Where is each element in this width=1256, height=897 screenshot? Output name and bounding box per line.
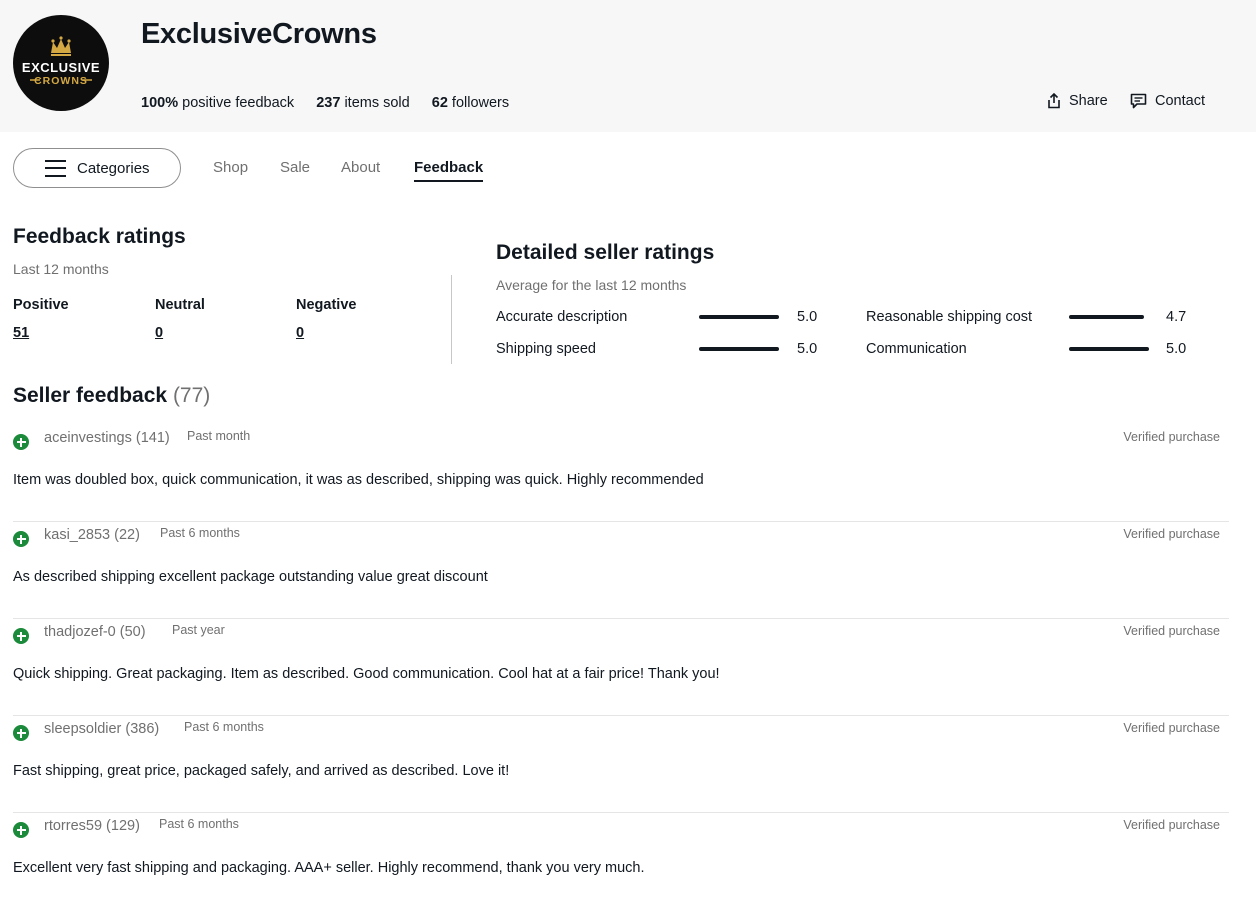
tab-sale[interactable]: Sale [280,159,310,176]
tab-about[interactable]: About [341,159,380,176]
positive-feedback-label: positive feedback [182,95,295,111]
dsr-label-shipping-speed: Shipping speed [496,341,596,357]
feedback-user: thadjozef-0 (50) [44,624,146,640]
feedback-user: aceinvestings (141) [44,430,170,446]
feedback-comment: Quick shipping. Great packaging. Item as… [13,666,720,682]
feedback-comment: Item was doubled box, quick communicatio… [13,472,704,488]
negative-count-label: Negative [296,297,357,313]
feedback-user: rtorres59 (129) [44,818,140,834]
positive-plus-icon [13,531,29,547]
verified-purchase-label: Verified purchase [1123,430,1220,444]
dsr-bar-shipping-speed [699,347,779,351]
followers-label: followers [451,95,510,111]
ratings-divider [451,275,452,364]
dsr-bar-shipping-cost [1069,315,1144,319]
followers-count: 62 [431,95,448,111]
positive-plus-icon [13,725,29,741]
verified-purchase-label: Verified purchase [1123,624,1220,638]
positive-count-label: Positive [13,297,69,313]
dsr-bar-accurate-description [699,315,779,319]
store-stats: 100% positive feedback 237 items sold 62… [141,95,527,111]
feedback-entry: sleepsoldier (386) Past 6 months Verifie… [13,716,1229,813]
seller-feedback-count: (77) [172,384,211,407]
contact-label: Contact [1155,93,1205,109]
feedback-time: Past 6 months [159,817,239,831]
items-sold-label: items sold [344,95,410,111]
crown-logo-icon: EXCLUSIVE CROWNS [22,36,100,87]
feedback-comment: Fast shipping, great price, packaged saf… [13,763,510,779]
dsr-value-communication: 5.0 [1166,341,1187,357]
verified-purchase-label: Verified purchase [1123,721,1220,735]
share-button[interactable]: Share [1047,93,1108,109]
positive-feedback-stat: 100% positive feedback [141,95,294,111]
share-icon [1048,93,1060,109]
message-icon [1130,93,1147,109]
feedback-time: Past 6 months [160,526,240,540]
detailed-ratings-title: Detailed seller ratings [496,241,715,264]
followers-stat: 62 followers [432,95,509,111]
feedback-user: sleepsoldier (386) [44,721,160,737]
feedback-entry: kasi_2853 (22) Past 6 months Verified pu… [13,522,1229,619]
dsr-value-shipping-cost: 4.7 [1166,309,1187,325]
feedback-comment: As described shipping excellent package … [13,569,488,585]
positive-feedback-pct: 100% [141,95,179,111]
verified-purchase-label: Verified purchase [1123,818,1220,832]
negative-count-link[interactable]: 0 [296,325,304,341]
dsr-bar-communication [1069,347,1149,351]
logo-text-line1: EXCLUSIVE [22,60,100,75]
categories-button[interactable]: Categories [13,148,181,188]
seller-feedback-heading: Seller feedback [13,384,168,407]
neutral-count-label: Neutral [155,297,205,313]
dsr-label-communication: Communication [866,341,967,357]
contact-button[interactable]: Contact [1130,93,1205,109]
verified-purchase-label: Verified purchase [1123,527,1220,541]
feedback-comment: Excellent very fast shipping and packagi… [13,860,645,876]
feedback-entry: thadjozef-0 (50) Past year Verified purc… [13,619,1229,716]
feedback-entry: rtorres59 (129) Past 6 months Verified p… [13,813,1229,897]
feedback-user: kasi_2853 (22) [44,527,140,543]
detailed-ratings-subtitle: Average for the last 12 months [496,277,687,293]
dsr-value-accurate-description: 5.0 [797,309,818,325]
dsr-label-accurate-description: Accurate description [496,309,628,325]
feedback-time: Past year [172,623,225,637]
categories-label: Categories [77,159,150,177]
store-name: ExclusiveCrowns [141,18,377,50]
dsr-label-shipping-cost: Reasonable shipping cost [866,309,1033,325]
items-sold-stat: 237 items sold [316,95,410,111]
tab-feedback[interactable]: Feedback [414,159,484,182]
store-header: EXCLUSIVE CROWNS ExclusiveCrowns 100% po… [0,0,1256,132]
store-logo[interactable]: EXCLUSIVE CROWNS [13,15,109,111]
feedback-time: Past month [187,429,251,443]
positive-plus-icon [13,434,29,450]
items-sold-count: 237 [316,95,341,111]
tab-shop[interactable]: Shop [213,159,248,176]
hamburger-menu-icon [45,159,66,177]
feedback-entry: aceinvestings (141) Past month Verified … [13,425,1229,522]
seller-feedback-title: Seller feedback (77) [13,384,210,408]
positive-plus-icon [13,628,29,644]
positive-plus-icon [13,822,29,838]
neutral-count-link[interactable]: 0 [155,325,163,341]
logo-text-line2: CROWNS [34,75,88,87]
positive-count-link[interactable]: 51 [13,325,29,341]
share-label: Share [1069,93,1108,109]
feedback-time: Past 6 months [184,720,264,734]
feedback-ratings-title: Feedback ratings [13,225,186,248]
feedback-ratings-period: Last 12 months [13,261,109,277]
dsr-value-shipping-speed: 5.0 [797,341,818,357]
